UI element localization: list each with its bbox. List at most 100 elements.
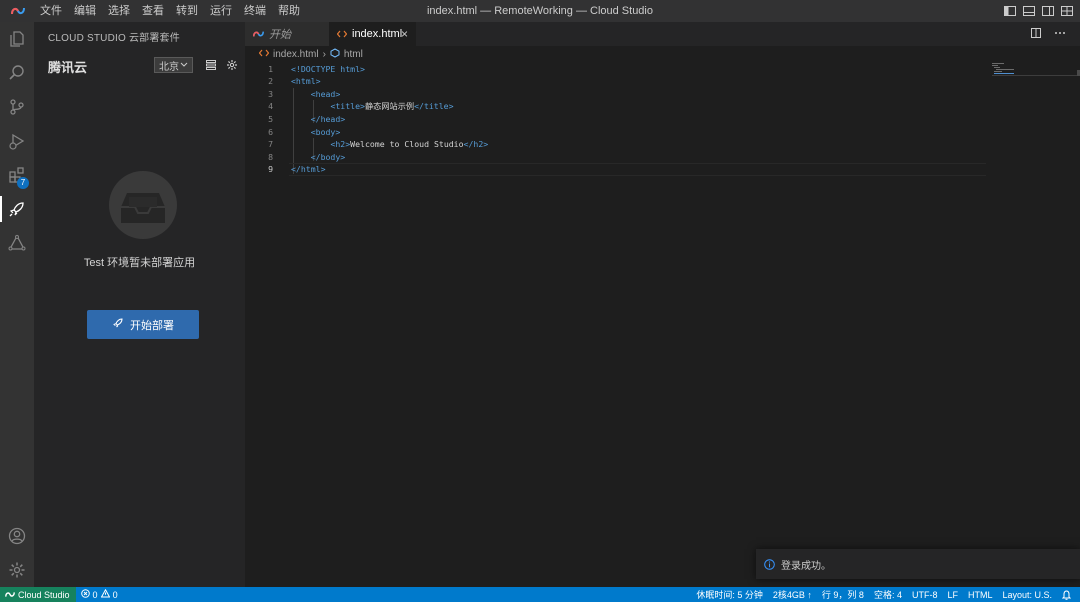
code-line[interactable]: 6 <body> — [245, 126, 990, 139]
code-text: <!DOCTYPE html> — [291, 63, 365, 74]
encoding[interactable]: UTF-8 — [907, 590, 943, 600]
close-icon[interactable]: × — [401, 27, 408, 41]
error-icon — [80, 589, 90, 600]
code-line[interactable]: 2 <html> — [245, 75, 990, 88]
cursor-position[interactable]: 行 9，列 8 — [817, 588, 869, 601]
customize-layout-icon[interactable] — [1060, 4, 1074, 18]
menu-go[interactable]: 转到 — [170, 0, 204, 22]
remote-indicator[interactable]: Cloud Studio — [0, 587, 76, 602]
code-text: <h2>Welcome to Cloud Studio</h2> — [330, 139, 489, 150]
indentation[interactable]: 空格: 4 — [869, 588, 907, 601]
tab-welcome-label: 开始 — [269, 29, 291, 41]
element-symbol-icon — [330, 47, 340, 61]
toggle-panel-icon[interactable] — [1022, 4, 1036, 18]
line-number: 2 — [268, 76, 273, 87]
cloud-provider-label: 腾讯云 — [48, 60, 88, 75]
line-number: 5 — [268, 113, 273, 124]
rocket-icon[interactable] — [0, 192, 34, 226]
status-right-group: 休眠时间: 5 分钟 2核4GB ↑ 行 9，列 8 空格: 4 UTF-8 L… — [691, 587, 1076, 602]
activity-bar: 7 — [0, 22, 34, 587]
more-actions-icon[interactable] — [1054, 27, 1066, 42]
start-deploy-label: 开始部署 — [130, 319, 174, 332]
deploy-sidebar: CLOUD STUDIO 云部署套件 腾讯云 北京 Test 环境暂未部署应用 … — [34, 22, 245, 587]
code-text: <title>静态网站示例</title> — [330, 101, 454, 112]
settings-gear-icon[interactable] — [0, 553, 34, 587]
html-file-icon — [258, 49, 270, 60]
code-line[interactable]: 3 <head> — [245, 88, 990, 101]
menu-terminal[interactable]: 终端 — [238, 0, 272, 22]
html-file-icon — [337, 30, 347, 38]
end-of-line[interactable]: LF — [942, 590, 963, 600]
sleep-time[interactable]: 休眠时间: 5 分钟 — [691, 588, 768, 601]
code-text: <body> — [310, 126, 341, 137]
menu-selection[interactable]: 选择 — [102, 0, 136, 22]
notification-message: 登录成功。 — [781, 560, 831, 572]
region-select[interactable]: 北京 — [154, 57, 193, 73]
menu-bar: 文件 编辑 选择 查看 转到 运行 终端 帮助 — [34, 0, 306, 22]
empty-state-message: Test 环境暂未部署应用 — [83, 257, 196, 269]
breadcrumb-file[interactable]: index.html — [273, 49, 319, 60]
extensions-badge: 7 — [17, 177, 29, 189]
account-icon[interactable] — [0, 519, 34, 553]
split-editor-icon[interactable] — [1030, 27, 1042, 42]
code-text: </html> — [291, 164, 326, 175]
start-deploy-button[interactable]: 开始部署 — [87, 310, 199, 339]
cloud-deploy-icon[interactable] — [0, 226, 34, 260]
error-count: 0 — [92, 589, 98, 600]
tab-welcome[interactable]: 开始 — [245, 22, 329, 46]
editor-tab-bar: 开始 index.html × — [245, 22, 1080, 46]
breadcrumb: index.html › html — [245, 46, 363, 62]
code-line[interactable]: 8 </body> — [245, 151, 990, 164]
menu-help[interactable]: 帮助 — [272, 0, 306, 22]
code-text: <head> — [310, 88, 341, 99]
breadcrumb-symbol[interactable]: html — [344, 49, 363, 60]
gear-icon[interactable] — [225, 58, 239, 72]
search-icon[interactable] — [0, 56, 34, 90]
code-line[interactable]: 7 <h2>Welcome to Cloud Studio</h2> — [245, 138, 990, 151]
code-editor[interactable]: 1 <!DOCTYPE html> 2 <html> 3 <head> 4 <title>… — [245, 62, 1080, 587]
line-number: 8 — [268, 151, 273, 162]
menu-view[interactable]: 查看 — [136, 0, 170, 22]
cloud-studio-logo-icon — [253, 30, 264, 38]
tab-index-html[interactable]: index.html × — [329, 22, 416, 46]
sidebar-title: CLOUD STUDIO 云部署套件 — [48, 33, 180, 44]
chevron-right-icon: › — [322, 48, 326, 60]
run-debug-icon[interactable] — [0, 124, 34, 158]
info-icon — [764, 558, 775, 570]
status-bar: Cloud Studio 0 0 休眠时间: 5 分钟 2核4GB ↑ 行 9，… — [0, 587, 1080, 602]
empty-inbox-icon — [109, 171, 177, 239]
code-text: </body> — [310, 151, 346, 162]
cloud-studio-logo-icon — [10, 3, 26, 19]
chevron-down-icon — [180, 60, 188, 73]
line-number: 9 — [268, 164, 273, 175]
notifications-bell-icon[interactable] — [1057, 589, 1076, 600]
line-number: 4 — [268, 101, 273, 112]
line-number: 6 — [268, 126, 273, 137]
menu-file[interactable]: 文件 — [34, 0, 68, 22]
line-number: 7 — [268, 139, 273, 150]
explorer-icon[interactable] — [0, 22, 34, 56]
title-bar: 文件 编辑 选择 查看 转到 运行 终端 帮助 index.html — Rem… — [0, 0, 1080, 22]
resource-spec[interactable]: 2核4GB ↑ — [768, 588, 817, 601]
line-number: 3 — [268, 88, 273, 99]
list-icon[interactable] — [204, 58, 218, 72]
language-mode[interactable]: HTML — [963, 590, 998, 600]
source-control-icon[interactable] — [0, 90, 34, 124]
remote-label: Cloud Studio — [18, 589, 70, 600]
toggle-secondary-sidebar-icon[interactable] — [1041, 4, 1055, 18]
editor-actions — [1030, 27, 1066, 42]
toggle-sidebar-icon[interactable] — [1003, 4, 1017, 18]
code-line[interactable]: 1 <!DOCTYPE html> — [245, 63, 990, 76]
code-line[interactable]: 5 </head> — [245, 113, 990, 126]
current-line-highlight — [289, 163, 986, 176]
minimap[interactable] — [990, 62, 1080, 76]
code-line[interactable]: 4 <title>静态网站示例</title> — [245, 100, 990, 113]
extensions-icon[interactable]: 7 — [0, 158, 34, 192]
menu-edit[interactable]: 编辑 — [68, 0, 102, 22]
keyboard-layout[interactable]: Layout: U.S. — [997, 590, 1057, 600]
menu-run[interactable]: 运行 — [204, 0, 238, 22]
code-line[interactable]: 9 </html> — [245, 163, 990, 176]
problems-indicator[interactable]: 0 0 — [76, 588, 123, 600]
region-select-value: 北京 — [159, 61, 179, 73]
rocket-icon — [112, 317, 124, 332]
